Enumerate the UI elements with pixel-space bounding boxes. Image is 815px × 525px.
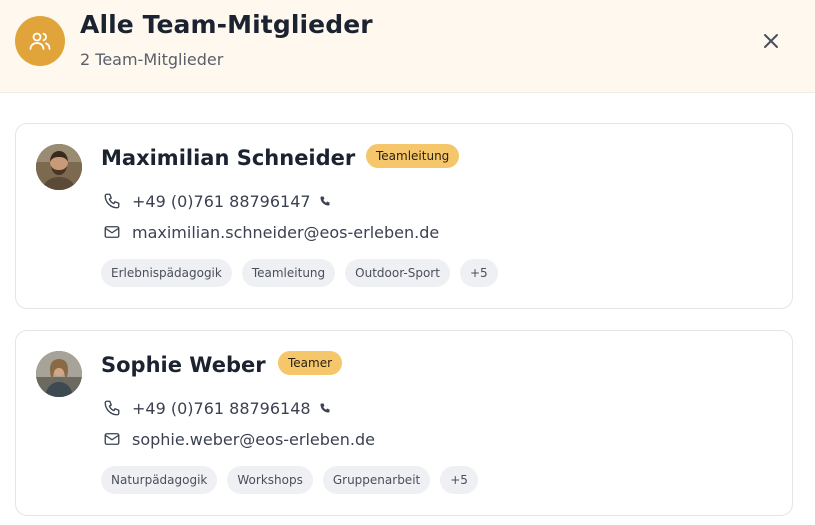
phone-icon [102,191,122,211]
phone-row[interactable]: +49 (0)761 88796148 [102,396,333,420]
skill-tag: Workshops [227,466,313,494]
phone-row[interactable]: +49 (0)761 88796147 [102,189,333,213]
skill-tag: Erlebnispädagogik [101,259,232,287]
mail-icon [102,222,122,242]
avatar [36,351,82,397]
skill-tags: Erlebnispädagogik Teamleitung Outdoor-Sp… [101,259,498,287]
more-tags-badge[interactable]: +5 [459,259,498,287]
close-icon [764,34,778,48]
member-card[interactable]: Maximilian Schneider Teamleitung +49 (0)… [15,123,793,309]
email-address: sophie.weber@eos-erleben.de [132,429,375,449]
email-row[interactable]: maximilian.schneider@eos-erleben.de [102,220,439,244]
close-button[interactable] [756,26,786,56]
role-badge: Teamer [278,351,343,375]
phone-number: +49 (0)761 88796147 [132,191,311,211]
skill-tag: Teamleitung [241,259,336,287]
more-tags-badge[interactable]: +5 [440,466,478,494]
skill-tag: Gruppenarbeit [322,466,431,494]
role-badge: Teamleitung [366,144,460,168]
email-row[interactable]: sophie.weber@eos-erleben.de [102,427,375,451]
dialog-title: Alle Team-Mitglieder [80,10,373,39]
skill-tag: Naturpädagogik [101,466,218,494]
member-card[interactable]: Sophie Weber Teamer +49 (0)761 88796148 … [15,330,793,516]
email-address: maximilian.schneider@eos-erleben.de [132,222,440,242]
phone-icon [102,398,122,418]
avatar [36,144,82,190]
phone-number: +49 (0)761 88796148 [132,398,311,418]
users-icon [15,16,65,66]
skill-tag: Outdoor-Sport [345,259,450,287]
mail-icon [102,429,122,449]
skill-tags: Naturpädagogik Workshops Gruppenarbeit +… [101,466,478,494]
call-icon[interactable] [319,194,333,208]
dialog-header: Alle Team-Mitglieder 2 Team-Mitglieder [0,0,815,93]
call-icon[interactable] [319,401,333,415]
member-name: Maximilian Schneider [101,146,356,170]
member-name: Sophie Weber [101,353,266,377]
member-count: 2 Team-Mitglieder [80,50,224,69]
